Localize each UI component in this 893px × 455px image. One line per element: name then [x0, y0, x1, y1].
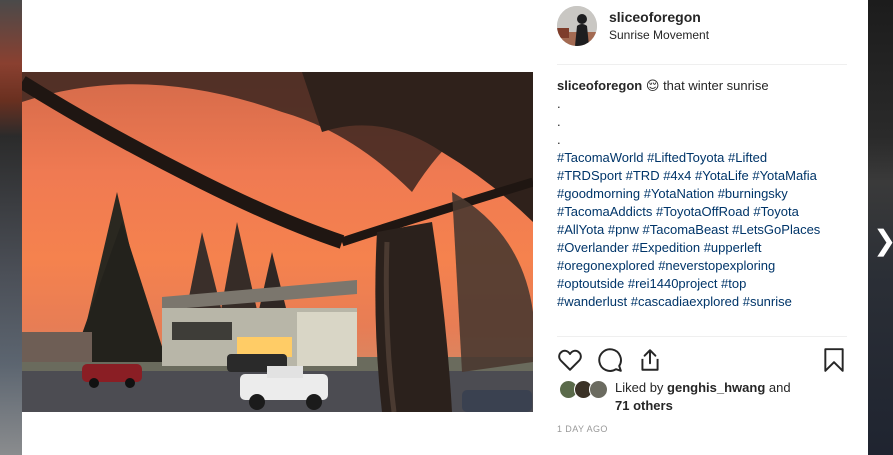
hashtag-line[interactable]: #Overlander #Expedition #upperleft	[557, 239, 847, 257]
post-timestamp[interactable]: 1 DAY AGO	[557, 424, 608, 434]
caption-dot: .	[557, 96, 561, 111]
hashtag-line[interactable]: #goodmorning #YotaNation #burningsky	[557, 185, 847, 203]
hashtag-line[interactable]: #optoutside #rei1440project #top	[557, 275, 847, 293]
sunrise-photo-image	[22, 72, 533, 412]
caption-first-line: sliceoforegon 😌 that winter sunrise	[557, 77, 847, 95]
likes-others-link[interactable]: 71 others	[615, 398, 673, 413]
caption-dot: .	[557, 114, 561, 129]
hashtag-line[interactable]: #TacomaAddicts #ToyotaOffRoad #Toyota	[557, 203, 847, 221]
hashtag-line[interactable]: #TRDSport #TRD #4x4 #YotaLife #YotaMafia	[557, 167, 847, 185]
bookmark-icon[interactable]	[821, 347, 847, 373]
likes-and: and	[768, 380, 791, 395]
post-location[interactable]: Sunrise Movement	[609, 28, 709, 42]
caption-hashtags: #TacomaWorld #LiftedToyota #Lifted #TRDS…	[557, 149, 847, 311]
profile-avatar[interactable]	[557, 6, 597, 46]
next-post-chevron-right-icon[interactable]: ❯	[873, 226, 893, 256]
avatar-image	[557, 6, 597, 46]
post-caption: sliceoforegon 😌 that winter sunrise . . …	[557, 77, 847, 311]
post-modal: sliceoforegon Sunrise Movement sliceofor…	[22, 0, 868, 455]
likes-text: Liked by genghis_hwang and 71 others	[615, 379, 791, 415]
comment-bubble-icon[interactable]	[597, 347, 623, 373]
post-actions-bar	[557, 336, 847, 377]
hashtag-line[interactable]: #oregonexplored #neverstopexploring	[557, 257, 847, 275]
liker-avatars	[559, 380, 611, 400]
liker-avatar[interactable]	[589, 380, 608, 399]
share-icon[interactable]	[637, 347, 663, 373]
hashtag-line[interactable]: #AllYota #pnw #TacomaBeast #LetsGoPlaces	[557, 221, 847, 239]
hashtag-line[interactable]: #TacomaWorld #LiftedToyota #Lifted	[557, 149, 847, 167]
caption-dot: .	[557, 132, 561, 147]
post-username[interactable]: sliceoforegon	[609, 9, 701, 25]
caption-dots: . . .	[557, 95, 847, 149]
heart-icon[interactable]	[557, 347, 583, 373]
caption-text: that winter sunrise	[663, 78, 769, 93]
post-header: sliceoforegon Sunrise Movement	[557, 0, 847, 65]
relieved-face-emoji-icon: 😌	[645, 78, 660, 93]
caption-username[interactable]: sliceoforegon	[557, 78, 642, 93]
liker-username[interactable]: genghis_hwang	[667, 380, 765, 395]
backdrop-left	[0, 0, 22, 455]
hashtag-line[interactable]: #wanderlust #cascadiaexplored #sunrise	[557, 293, 847, 311]
likes-section: Liked by genghis_hwang and 71 others	[557, 378, 847, 418]
post-sidebar: sliceoforegon Sunrise Movement sliceofor…	[557, 0, 857, 455]
post-photo	[22, 72, 533, 412]
likes-prefix: Liked by	[615, 380, 664, 395]
